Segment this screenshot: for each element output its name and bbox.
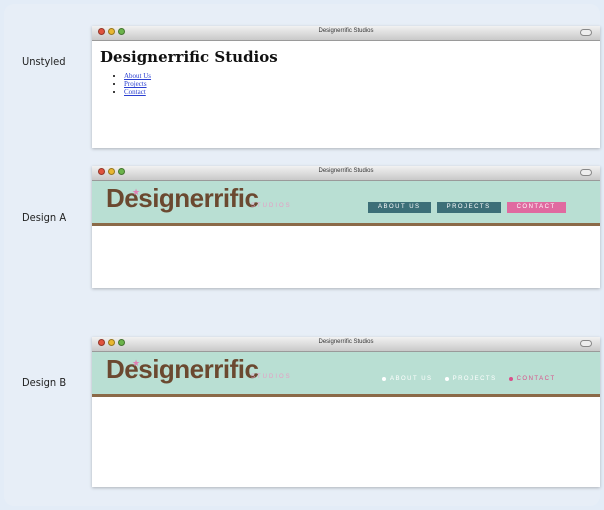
site-header: Designerrific ★ STUDIOS ABOUT US PROJECT…	[92, 352, 600, 397]
bullet-icon	[508, 377, 513, 381]
nav-projects-link[interactable]: PROJECTS	[444, 376, 497, 382]
star-icon: ★	[132, 187, 141, 197]
nav-label: ABOUT US	[390, 376, 433, 382]
site-logo[interactable]: Designerrific	[106, 183, 259, 214]
window-titlebar: Designerrific Studios	[92, 337, 600, 352]
window-title: Designerrific Studios	[318, 28, 374, 34]
nav-about-us-link[interactable]: ABOUT US	[382, 376, 433, 382]
nav-list: About Us Projects Contact	[114, 72, 151, 96]
list-item: Projects	[124, 80, 151, 88]
toolbar-toggle-button[interactable]	[580, 169, 592, 176]
bullet-icon	[444, 377, 449, 381]
row-label-design-b: Design B	[22, 376, 67, 389]
site-header: Designerrific ★ STUDIOS ABOUT US PROJECT…	[92, 181, 600, 226]
link-projects[interactable]: Projects	[124, 80, 147, 88]
nav-label: PROJECTS	[452, 376, 497, 382]
nav-projects-button[interactable]: PROJECTS	[436, 202, 501, 213]
list-item: About Us	[124, 72, 151, 80]
browser-window-design-b: Designerrific Studios Designerrific ★ ST…	[92, 337, 600, 487]
logo-studios-text: STUDIOS	[251, 374, 292, 380]
browser-window-design-a: Designerrific Studios Designerrific ★ ST…	[92, 166, 600, 288]
nav-contact-button[interactable]: CONTACT	[506, 202, 566, 213]
link-about-us[interactable]: About Us	[124, 72, 151, 80]
site-nav: ABOUT US PROJECTS CONTACT	[368, 202, 566, 213]
list-item: Contact	[124, 88, 151, 96]
window-titlebar: Designerrific Studios	[92, 166, 600, 181]
page-heading: Designerrific Studios	[100, 48, 278, 66]
nav-about-us-button[interactable]: ABOUT US	[368, 202, 431, 213]
row-label-design-a: Design A	[22, 211, 67, 224]
link-contact[interactable]: Contact	[124, 88, 146, 96]
logo-studios-text: STUDIOS	[251, 203, 292, 209]
row-label-unstyled: Unstyled	[22, 55, 66, 68]
site-logo[interactable]: Designerrific	[106, 354, 259, 385]
browser-window-unstyled: Designerrific Studios Designerrific Stud…	[92, 26, 600, 148]
star-icon: ★	[132, 358, 141, 368]
toolbar-toggle-button[interactable]	[580, 340, 592, 347]
window-title: Designerrific Studios	[318, 168, 374, 174]
bullet-icon	[382, 377, 386, 381]
window-titlebar: Designerrific Studios	[92, 26, 600, 41]
nav-contact-link[interactable]: CONTACT	[508, 376, 556, 382]
nav-label: CONTACT	[516, 376, 556, 382]
site-nav: ABOUT US PROJECTS CONTACT	[382, 376, 556, 382]
toolbar-toggle-button[interactable]	[580, 29, 592, 36]
window-title: Designerrific Studios	[318, 339, 374, 345]
